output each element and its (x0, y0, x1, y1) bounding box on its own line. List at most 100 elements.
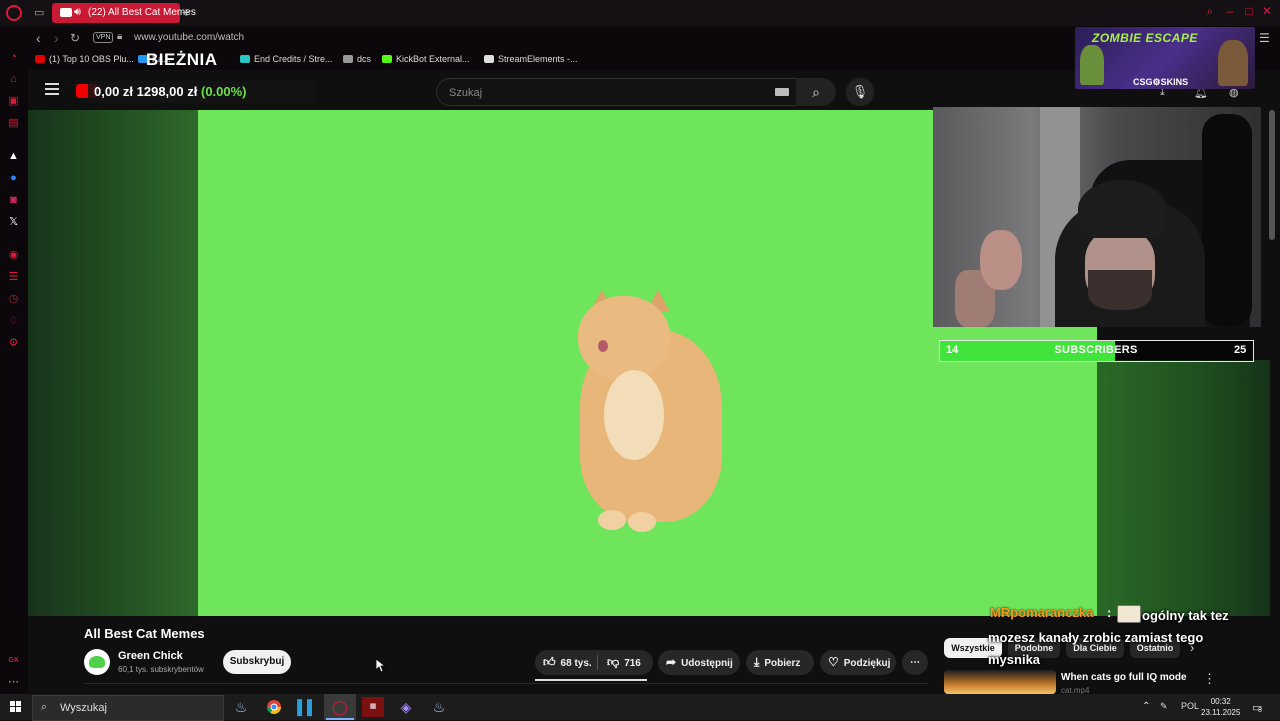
share-button[interactable]: ➦ Udostępnij (658, 650, 740, 675)
minimize-icon[interactable]: – (1222, 4, 1238, 20)
bookmark-item[interactable]: End Credits / Stre... (240, 54, 333, 64)
player-icon[interactable]: ◉ (7, 249, 20, 262)
cat-paw (628, 512, 656, 532)
divider (84, 683, 928, 684)
bookmark-item[interactable]: (1) Top 10 OBS Plu... (35, 54, 134, 64)
thumbs-down-icon: 👎︎ (607, 655, 620, 669)
easy-setup-icon[interactable]: ☰ (1259, 31, 1270, 45)
more-horizontal-icon: ⋯ (910, 657, 920, 668)
notification-count: 8 (1258, 707, 1262, 714)
keyboard-icon[interactable] (775, 88, 789, 96)
page-scrollbar[interactable] (1269, 110, 1275, 240)
ad-zombie-figure (1080, 45, 1104, 85)
cat-chest (604, 370, 664, 460)
notification-center-icon[interactable]: ▭ 8 (1252, 701, 1262, 714)
back-icon[interactable]: ‹ (36, 30, 41, 46)
opera-gx-logo-icon[interactable] (6, 5, 22, 21)
download-icon: ⤓ (754, 655, 760, 669)
bookmark-favicon-icon (382, 55, 392, 63)
recommendation-thumbnail[interactable] (944, 670, 1056, 694)
tab-active[interactable]: 🔊︎ (22) All Best Cat Memes (52, 3, 196, 23)
price-ticker: 0,00 zł 1298,00 zł (0.00%) (94, 84, 247, 99)
ad-zombie-figure (1218, 40, 1248, 86)
history-icon[interactable]: ◷ (7, 293, 20, 306)
share-label: Udostępnij (681, 658, 733, 669)
discord-like-icon[interactable]: ◈ (395, 697, 417, 717)
lock-icon[interactable]: 🔒︎ (117, 31, 122, 42)
like-button[interactable]: 👍︎ 68 tys. (543, 650, 592, 676)
more-vertical-icon[interactable]: ⋮ (1203, 671, 1216, 687)
download-button[interactable]: ⤓ Pobierz (746, 650, 814, 675)
taskbar-search[interactable]: ⌕ Wyszukaj (32, 695, 224, 721)
bookmark-item[interactable]: StreamElements -... (484, 54, 578, 64)
vpn-badge[interactable]: VPN (93, 32, 114, 43)
voicemeeter-icon[interactable]: ▦ (362, 697, 384, 717)
recommendation-title[interactable]: When cats go full IQ mode (1061, 672, 1187, 683)
gx-corner-icon[interactable]: ▤ (7, 117, 20, 130)
video-right-shadow (1097, 360, 1270, 616)
subscribe-button[interactable]: Subskrybuj (223, 650, 291, 674)
bookmark-label: dcs (357, 54, 372, 64)
new-tab-button[interactable]: + (182, 4, 190, 20)
ticker-percent: (0.00%) (200, 84, 247, 99)
youtube-favicon-icon (60, 8, 72, 17)
twitch-icon[interactable]: ▣ (7, 95, 20, 108)
gx-control-icon[interactable]: ◔ (7, 51, 20, 64)
search-input[interactable] (447, 83, 771, 103)
share-icon: ➦ (666, 655, 677, 669)
webcam-hand (980, 230, 1022, 290)
search-button[interactable]: ⌕ (796, 78, 836, 106)
divider (597, 655, 598, 670)
subscriber-goal-current: 14 (946, 344, 959, 356)
dislike-button[interactable]: 👎︎ 716 (607, 650, 641, 676)
forward-icon[interactable]: › (54, 30, 59, 46)
x-twitter-icon[interactable]: 𝕏 (7, 216, 20, 229)
bookmark-label: End Credits / Stre... (254, 54, 333, 64)
editor-app-icon[interactable]: ▌▌ (296, 697, 318, 717)
channel-name[interactable]: Green Chick (118, 650, 183, 662)
bookmark-favicon-icon (484, 55, 494, 63)
bookmark-item[interactable]: KickBot External... (382, 54, 470, 64)
more-actions-button[interactable]: ⋯ (902, 650, 928, 675)
tray-overflow-icon[interactable]: ⌃ (1142, 701, 1150, 712)
microphone-icon: 🎙︎ (851, 84, 869, 99)
bookmark-item[interactable]: dcs (343, 54, 371, 64)
reload-icon[interactable]: ↻ (70, 31, 80, 45)
messenger-icon[interactable]: ● (7, 172, 20, 185)
tabs-icon[interactable]: ☰ (7, 271, 20, 284)
settings-gear-icon[interactable]: ⚙ (7, 337, 20, 350)
channel-avatar[interactable] (84, 649, 110, 675)
chrome-icon[interactable] (263, 697, 285, 717)
bookmark-favicon-icon (240, 55, 250, 63)
voice-search-button[interactable]: 🎙︎ (846, 78, 874, 106)
search-box (436, 78, 798, 106)
chat-username: MRpomaranczka (990, 605, 1094, 620)
gx-badge-icon[interactable]: GX (7, 654, 20, 667)
steam-icon[interactable]: ♨ (230, 697, 252, 717)
ad-title: ZOMBIE ESCAPE (1092, 31, 1198, 45)
speaker-icon[interactable]: 🔊︎ (74, 6, 81, 19)
network-icon[interactable]: ✎ (1160, 701, 1168, 712)
ai-icon[interactable]: ▲ (7, 150, 20, 163)
webcam-chair-side (1202, 114, 1252, 327)
language-indicator[interactable]: POL (1181, 701, 1199, 711)
thanks-button[interactable]: ♡ Podziękuj (820, 650, 896, 675)
maximize-icon[interactable]: □ (1241, 4, 1257, 20)
tab-islands-icon[interactable]: ▭ (34, 6, 48, 19)
url-field[interactable]: www.youtube.com/watch (134, 32, 244, 43)
sidebar-more-icon[interactable]: ⋯ (7, 676, 20, 689)
download-label: Pobierz (764, 658, 801, 669)
video-left-shadow (28, 110, 198, 616)
like-ratio-bar (535, 679, 647, 681)
menu-icon[interactable] (45, 83, 59, 95)
pinboard-icon[interactable]: ♢ (7, 315, 20, 328)
opera-gx-icon[interactable]: ◯ (329, 697, 351, 717)
steam-icon[interactable]: ♨ (428, 697, 450, 717)
windows-start-icon[interactable] (10, 701, 22, 713)
instagram-icon[interactable]: ◙ (7, 194, 20, 207)
gx-cleaner-icon[interactable]: ⌂ (7, 73, 20, 86)
dislike-count: 716 (624, 658, 641, 669)
search-tabs-icon[interactable]: ⌕ (1202, 4, 1218, 20)
close-icon[interactable]: ✕ (1259, 4, 1275, 20)
system-clock[interactable]: 00:32 23.11.2025 (1201, 696, 1240, 718)
